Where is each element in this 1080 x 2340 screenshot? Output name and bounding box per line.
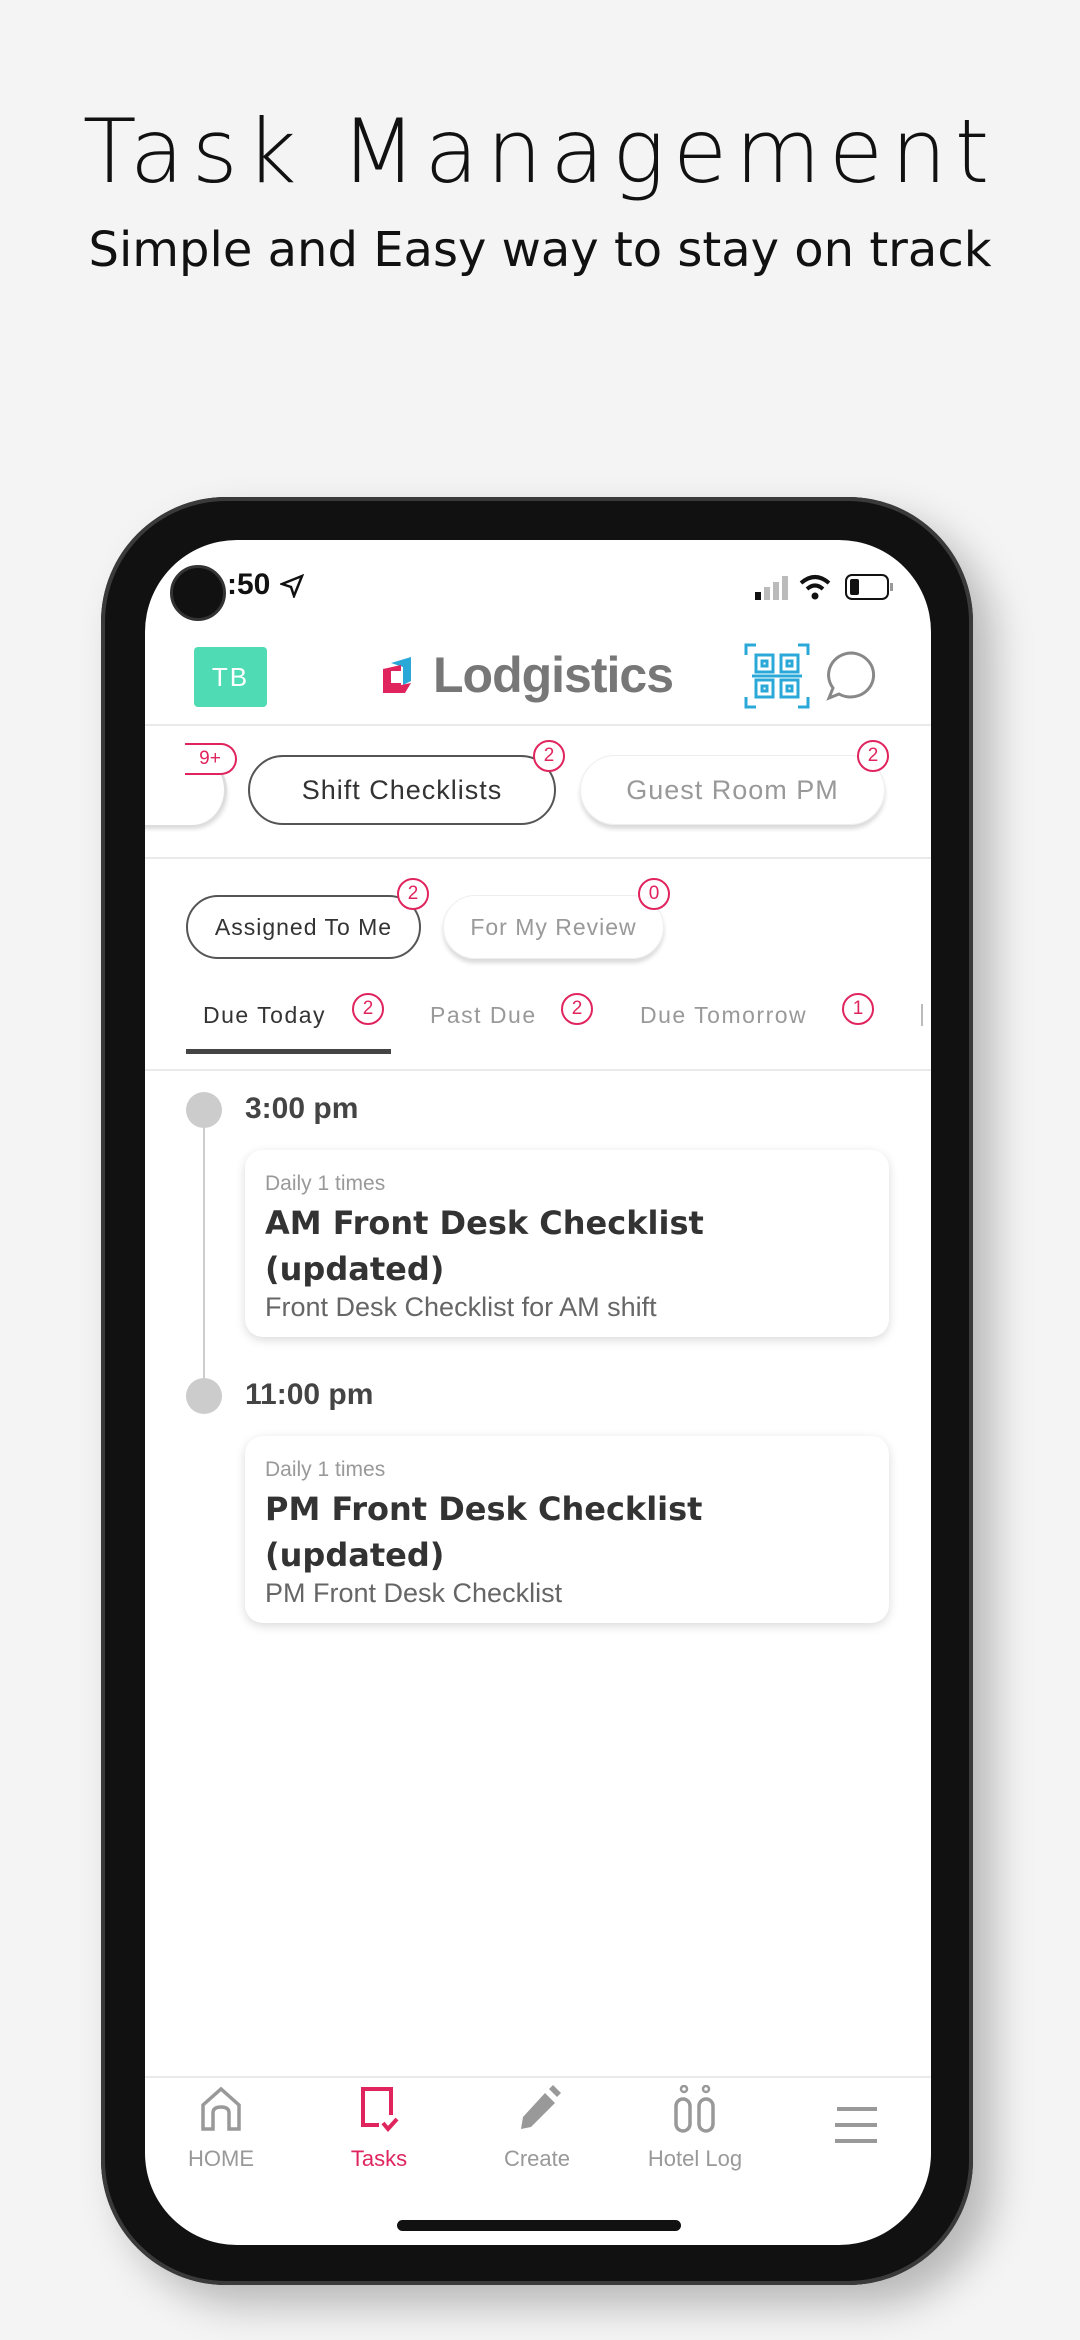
filter-label: Assigned To Me bbox=[214, 913, 393, 940]
task-description: Front Desk Checklist for AM shift bbox=[265, 1292, 657, 1322]
camera-icon bbox=[170, 565, 226, 621]
task-title: AM Front Desk Checklist (updated) bbox=[265, 1204, 704, 1288]
active-tab-underline bbox=[186, 1049, 391, 1054]
tabs-divider bbox=[145, 1069, 931, 1071]
tab-due-today[interactable]: Due Today bbox=[203, 1002, 326, 1029]
home-icon bbox=[201, 2086, 241, 2131]
tab-partial[interactable] bbox=[921, 1004, 923, 1026]
tab-badge: 2 bbox=[561, 993, 593, 1025]
qr-scan-icon[interactable] bbox=[744, 643, 810, 709]
tab-badge: 2 bbox=[352, 993, 384, 1025]
task-card[interactable]: Daily 1 times AM Front Desk Checklist (up… bbox=[245, 1150, 889, 1337]
bottom-nav-divider bbox=[145, 2076, 931, 2078]
filter-badge: 0 bbox=[638, 878, 670, 910]
nav-menu[interactable] bbox=[785, 2105, 925, 2150]
status-time: :50 bbox=[227, 568, 271, 601]
task-frequency: Daily 1 times bbox=[265, 1172, 386, 1195]
pencil-icon bbox=[521, 2085, 561, 2129]
nav-hotel-log[interactable]: Hotel Log bbox=[625, 2084, 765, 2172]
hotel-log-icon bbox=[674, 2084, 715, 2133]
avatar[interactable]: TB bbox=[194, 647, 267, 707]
timeline-line bbox=[203, 1110, 205, 1396]
tab-badge: 1 bbox=[842, 993, 874, 1025]
category-badge: 9+ bbox=[185, 743, 237, 775]
chat-bubble-icon[interactable] bbox=[825, 650, 877, 702]
task-title: PM Front Desk Checklist (updated) bbox=[265, 1490, 703, 1574]
nav-label: HOME bbox=[188, 2146, 254, 2171]
chips-divider bbox=[145, 857, 931, 859]
category-badge: 2 bbox=[533, 740, 565, 772]
task-description: PM Front Desk Checklist bbox=[265, 1578, 563, 1608]
logo-text: Lodgistics bbox=[433, 647, 674, 703]
avatar-initials: TB bbox=[211, 661, 250, 692]
tasks-icon bbox=[361, 2087, 399, 2133]
chip-label: Shift Checklists bbox=[301, 774, 503, 805]
filter-for-my-review[interactable]: For My Review bbox=[443, 895, 664, 959]
page-subtitle: Simple and Easy way to stay on track bbox=[88, 222, 992, 278]
page-title: Task Management bbox=[82, 100, 998, 203]
nav-label: Hotel Log bbox=[647, 2146, 743, 2171]
filter-badge: 2 bbox=[397, 878, 429, 910]
timeline-dot bbox=[186, 1092, 222, 1128]
nav-label: Create bbox=[503, 2146, 571, 2171]
category-chip-shift-checklists[interactable]: Shift Checklists bbox=[248, 755, 556, 825]
location-arrow-icon bbox=[280, 574, 304, 598]
tab-due-tomorrow[interactable]: Due Tomorrow bbox=[640, 1002, 807, 1029]
wifi-icon bbox=[799, 575, 831, 600]
task-time: 3:00 pm bbox=[245, 1092, 359, 1125]
signal-icon bbox=[755, 576, 788, 600]
nav-home[interactable]: HOME bbox=[151, 2085, 291, 2172]
chip-label: Guest Room PM bbox=[626, 774, 839, 805]
phone-screen: :50 TB Lodgistics 9+ Shift Checklists 2 … bbox=[145, 540, 931, 2245]
nav-label: Tasks bbox=[350, 2146, 408, 2171]
task-card[interactable]: Daily 1 times PM Front Desk Checklist (up… bbox=[245, 1436, 889, 1623]
filter-label: For My Review bbox=[470, 913, 637, 940]
tab-past-due[interactable]: Past Due bbox=[430, 1002, 537, 1029]
app-logo: Lodgistics bbox=[381, 646, 674, 704]
task-frequency: Daily 1 times bbox=[265, 1458, 386, 1481]
logo-mark-icon bbox=[383, 657, 411, 693]
category-chip-guest-room-pm[interactable]: Guest Room PM bbox=[580, 755, 885, 825]
task-time: 11:00 pm bbox=[245, 1378, 374, 1411]
battery-icon bbox=[845, 574, 893, 600]
home-indicator bbox=[397, 2220, 681, 2231]
filter-assigned-to-me[interactable]: Assigned To Me bbox=[186, 895, 421, 959]
nav-create[interactable]: Create bbox=[467, 2085, 607, 2172]
header-divider bbox=[145, 724, 931, 726]
timeline-dot bbox=[186, 1378, 222, 1414]
category-badge: 2 bbox=[857, 740, 889, 772]
menu-icon bbox=[835, 2107, 877, 2143]
nav-tasks[interactable]: Tasks bbox=[309, 2085, 449, 2172]
